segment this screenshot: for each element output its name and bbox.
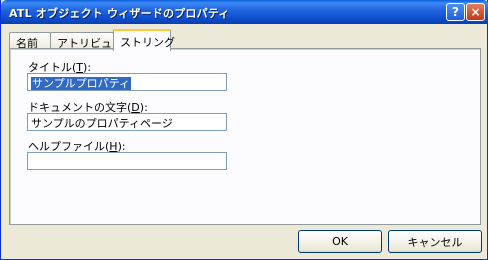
ok-button-label: OK — [332, 235, 348, 248]
cancel-button-label: キャンセル — [407, 235, 463, 249]
tab-strings-label: ストリング — [120, 36, 175, 49]
help-file-input[interactable] — [27, 152, 227, 170]
question-icon: ? — [452, 5, 459, 19]
tab-strings[interactable]: ストリング — [113, 29, 175, 51]
strings-tab-panel: タイトル(T): サンプルプロパティ ドキュメントの文字(D): サンプルのプロ… — [9, 48, 481, 225]
title-input[interactable]: サンプルプロパティ — [27, 73, 227, 91]
doc-string-input-value: サンプルのプロパティページ — [31, 117, 173, 130]
title-bar[interactable]: ATL オブジェクト ウィザードのプロパティ ? × — [1, 0, 488, 24]
window-title: ATL オブジェクト ウィザードのプロパティ — [9, 7, 230, 20]
doc-string-input[interactable]: サンプルのプロパティページ — [27, 113, 227, 131]
cancel-button[interactable]: キャンセル — [388, 230, 482, 253]
ok-button[interactable]: OK — [298, 230, 382, 253]
title-input-value: サンプルプロパティ — [31, 77, 132, 90]
help-button[interactable]: ? — [446, 3, 465, 21]
close-icon: × — [470, 5, 481, 19]
close-button[interactable]: × — [466, 3, 485, 21]
properties-dialog: ATL オブジェクト ウィザードのプロパティ ? × 名前 アトリビュート スト… — [0, 0, 488, 260]
